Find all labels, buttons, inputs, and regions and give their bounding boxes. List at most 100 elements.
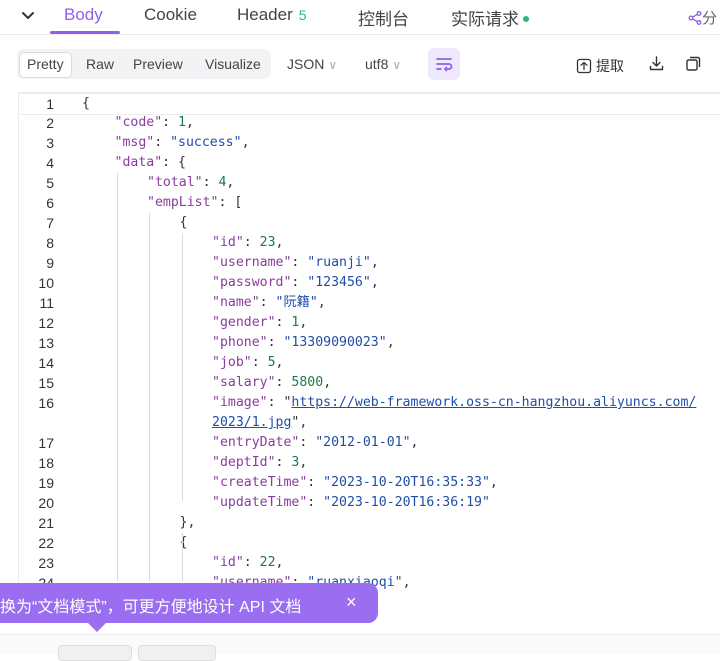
- bottom-tab[interactable]: [58, 645, 132, 661]
- encoding-select[interactable]: utf8 ∨: [365, 56, 401, 72]
- json-token: 22: [259, 555, 276, 570]
- line-number: 15: [38, 375, 54, 391]
- json-token: ,: [275, 235, 284, 250]
- json-token: ,: [275, 555, 284, 570]
- json-token: "code": [114, 115, 163, 130]
- json-token: :: [291, 275, 308, 290]
- line-number: 5: [46, 175, 54, 191]
- chevron-down-icon[interactable]: [18, 6, 38, 26]
- format-select[interactable]: JSON ∨: [287, 56, 337, 72]
- json-token: ,: [299, 455, 308, 470]
- code-line: 18 "deptId": 3,: [19, 453, 720, 473]
- json-token: "阮籍": [275, 295, 318, 310]
- word-wrap-button[interactable]: [428, 48, 460, 80]
- download-icon[interactable]: [648, 55, 665, 72]
- line-number: 3: [46, 135, 54, 151]
- json-token: :: [243, 235, 260, 250]
- tab-body[interactable]: Body: [64, 5, 103, 25]
- line-number: 2: [46, 115, 54, 131]
- json-token: "image": [212, 395, 268, 410]
- line-content: },: [180, 513, 196, 533]
- indent-guide: [149, 213, 150, 581]
- copy-icon[interactable]: [685, 55, 702, 72]
- response-tabs: Body Cookie Header 5 控制台 实际请求 分: [0, 0, 720, 35]
- extract-button[interactable]: 提取: [576, 56, 624, 76]
- json-token: ,: [410, 435, 419, 450]
- json-token: 23: [259, 235, 276, 250]
- code-line: 17 "entryDate": "2012-01-01",: [19, 433, 720, 453]
- code-line: 2 "code": 1,: [19, 113, 720, 133]
- view-visualize-button[interactable]: Visualize: [198, 52, 268, 76]
- wrap-lines-icon: [436, 58, 453, 72]
- code-line: 2023/1.jpg",: [19, 413, 720, 433]
- json-token: ,: [317, 295, 326, 310]
- json-token: : [: [218, 195, 243, 210]
- close-icon[interactable]: ×: [346, 592, 357, 613]
- json-token: "13309090023": [283, 335, 387, 350]
- json-token: "deptId": [212, 455, 276, 470]
- line-number: 14: [38, 355, 54, 371]
- view-preview-button[interactable]: Preview: [126, 52, 190, 76]
- header-count-badge: 5: [298, 7, 307, 23]
- json-token: :: [307, 495, 324, 510]
- line-number: 1: [46, 96, 54, 112]
- bottom-tab[interactable]: [138, 645, 216, 661]
- indent-guide: [116, 173, 118, 581]
- indent-guide: [181, 233, 183, 501]
- json-token: ,: [370, 275, 379, 290]
- line-number: 4: [46, 155, 54, 171]
- json-token: "2012-01-01": [315, 435, 411, 450]
- url-link[interactable]: 2023/1.jpg: [212, 415, 291, 430]
- tab-header[interactable]: Header 5: [237, 5, 307, 25]
- tab-actual-request[interactable]: 实际请求: [451, 5, 529, 30]
- line-content: "code": 1,: [115, 113, 194, 133]
- json-token: 5800: [291, 375, 324, 390]
- json-token: :: [243, 555, 260, 570]
- line-content: "data": {: [115, 153, 186, 173]
- json-token: ,: [386, 335, 395, 350]
- line-content: "gender": 1,: [212, 313, 307, 333]
- line-content: "empList": [: [147, 193, 242, 213]
- tab-console[interactable]: 控制台: [358, 5, 409, 30]
- line-content: "deptId": 3,: [212, 453, 307, 473]
- json-token: :: [275, 315, 292, 330]
- json-code-view[interactable]: 1{2 "code": 1, 3 "msg": "success", 4 "data": …: [18, 92, 720, 621]
- share-icon: [688, 11, 702, 25]
- line-content: "id": 22,: [212, 553, 284, 573]
- line-number: 19: [38, 475, 54, 491]
- share-button[interactable]: 分: [688, 7, 717, 28]
- json-token: "success": [170, 135, 242, 150]
- line-number: 23: [38, 555, 54, 571]
- json-token: ,: [241, 135, 250, 150]
- json-token: "job": [212, 355, 252, 370]
- toast-pointer: [88, 623, 106, 632]
- json-token: ,: [489, 475, 498, 490]
- line-content: "name": "阮籍",: [212, 293, 326, 313]
- json-token: 5: [267, 355, 276, 370]
- status-dot: [523, 15, 529, 22]
- url-link[interactable]: https://web-framework.oss-cn-hangzhou.al…: [291, 395, 696, 410]
- view-raw-button[interactable]: Raw: [79, 52, 121, 76]
- tab-cookie[interactable]: Cookie: [144, 5, 197, 25]
- line-content: {: [180, 213, 188, 233]
- json-token: "2023-10-20T16:36:19": [323, 495, 490, 510]
- json-token: :: [154, 135, 171, 150]
- json-token: :: [275, 455, 292, 470]
- code-line: 10 "password": "123456",: [19, 273, 720, 293]
- json-token: "2023-10-20T16:35:33": [323, 475, 490, 490]
- json-token: "createTime": [212, 475, 308, 490]
- json-token: :: [251, 355, 268, 370]
- line-content: "id": 23,: [212, 233, 284, 253]
- response-toolbar: Pretty Raw Preview Visualize JSON ∨ utf8 ∨…: [0, 45, 720, 85]
- line-content: "password": "123456",: [212, 273, 379, 293]
- json-token: ,: [299, 315, 308, 330]
- extract-icon: [576, 58, 592, 74]
- format-value: JSON: [287, 56, 325, 72]
- line-content: "salary": 5800,: [212, 373, 331, 393]
- line-content: "job": 5,: [212, 353, 284, 373]
- json-token: "password": [212, 275, 292, 290]
- extract-label: 提取: [596, 58, 624, 74]
- view-pretty-button[interactable]: Pretty: [19, 52, 72, 78]
- json-token: "ruanji": [307, 255, 371, 270]
- json-token: 1: [178, 115, 186, 130]
